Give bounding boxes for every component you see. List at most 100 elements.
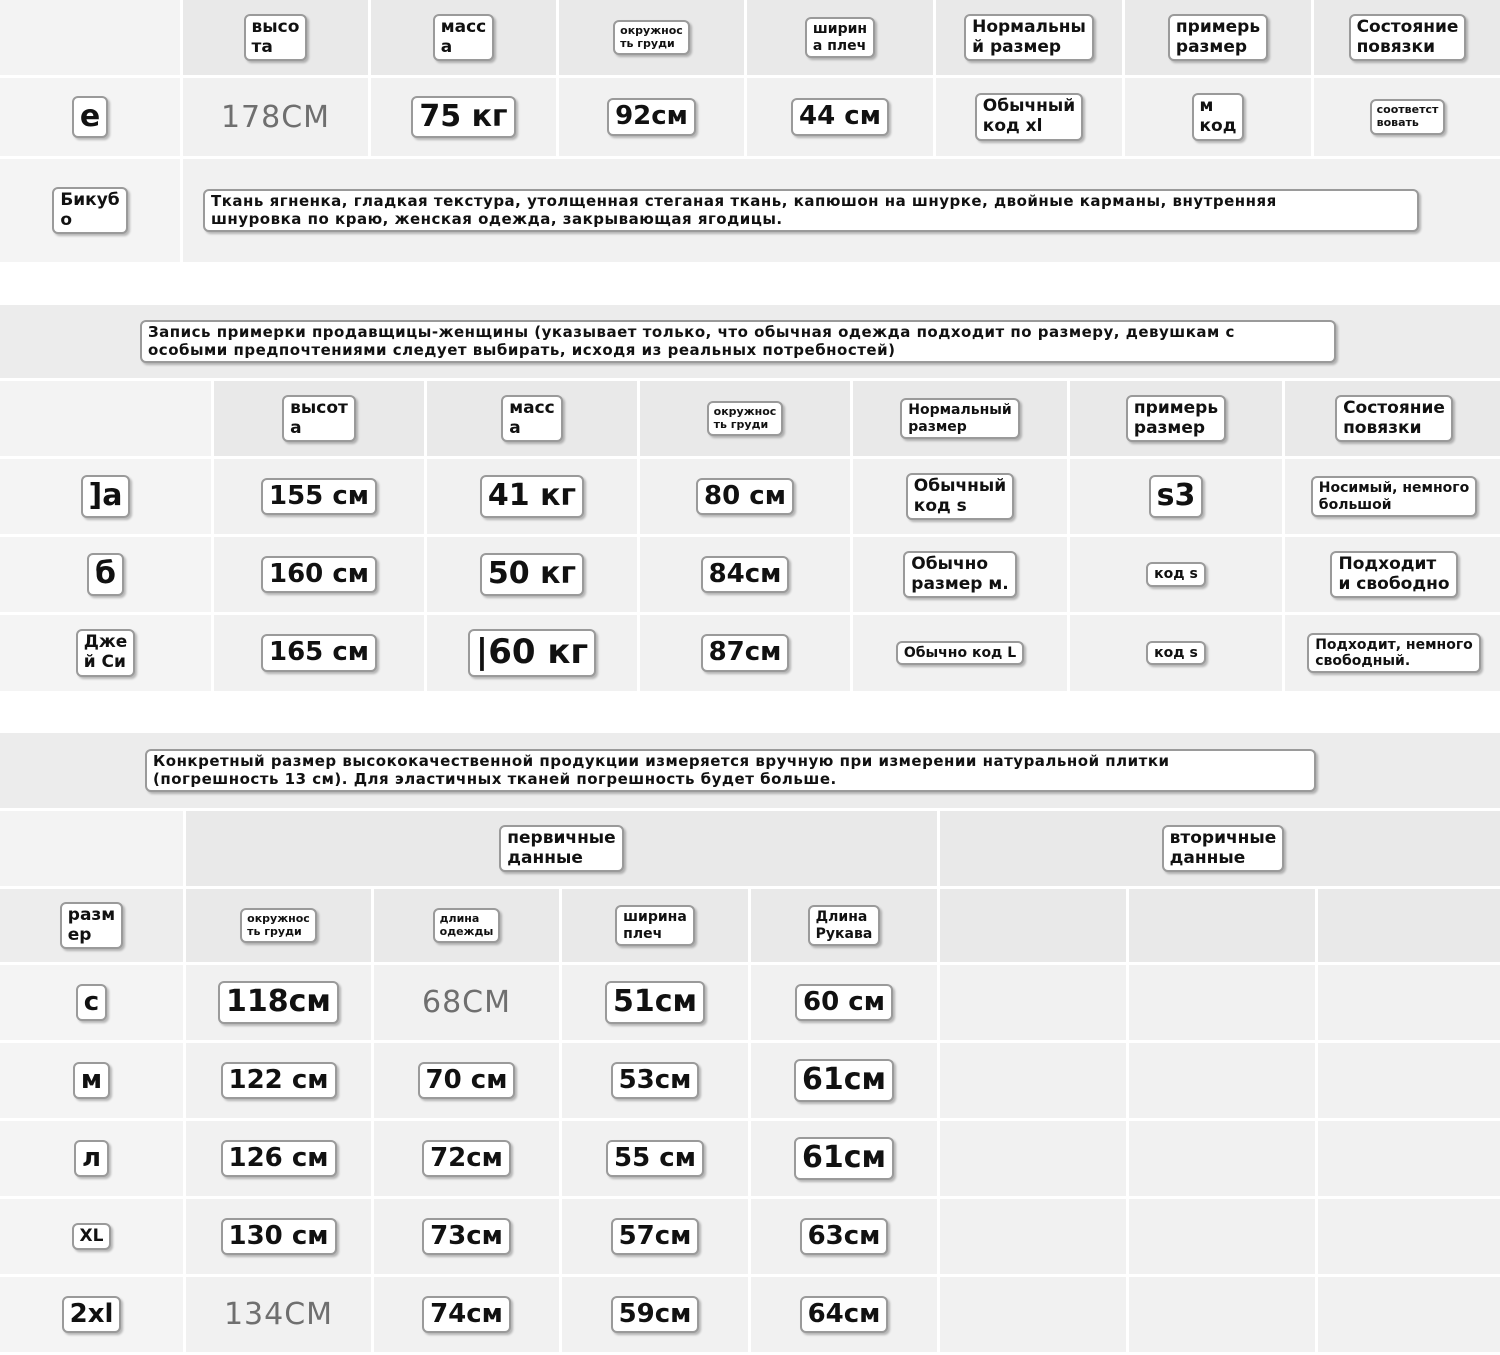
header-wearing-state: Состояние повязки bbox=[1314, 0, 1500, 75]
header-length-label: длина одежды bbox=[432, 907, 501, 944]
sleeve-cell: 61см bbox=[751, 1043, 937, 1118]
header-chest: окружнос ть груди bbox=[186, 889, 371, 962]
corner-cell bbox=[0, 381, 211, 456]
length-cell: 74см bbox=[374, 1277, 559, 1352]
normal-size-cell: Обычный код xl bbox=[936, 78, 1122, 156]
wearing-state-cell: Подходит, немного свободный. bbox=[1285, 615, 1500, 691]
empty-cell bbox=[1318, 1121, 1500, 1196]
measurement-note: Конкретный размер высококачественной про… bbox=[145, 749, 1316, 792]
shoulder-value: 51см bbox=[604, 981, 706, 1024]
height-cell: 165 см bbox=[214, 615, 424, 691]
header-height-label: высот а bbox=[282, 394, 356, 443]
length-cell: 73см bbox=[374, 1199, 559, 1274]
fitting-size-value: м код bbox=[1191, 93, 1245, 141]
height-cell: 160 см bbox=[214, 537, 424, 612]
chest-value: 122 см bbox=[220, 1061, 337, 1100]
size-cell: л bbox=[0, 1121, 183, 1196]
shoulder-cell: 51см bbox=[562, 965, 748, 1040]
empty-cell bbox=[1318, 1199, 1500, 1274]
chest-cell: 84см bbox=[640, 537, 850, 612]
size-label: XL bbox=[71, 1222, 112, 1251]
normal-size-cell: Обычно размер м. bbox=[853, 537, 1067, 612]
secondary-data-label: вторичные данные bbox=[1161, 824, 1285, 873]
empty-cell bbox=[1129, 1199, 1315, 1274]
sleeve-value: 64см bbox=[799, 1295, 889, 1334]
length-cell: 70 см bbox=[374, 1043, 559, 1118]
sleeve-value: 63см bbox=[799, 1217, 889, 1256]
length-cell: 72см bbox=[374, 1121, 559, 1196]
row-label-cell: е bbox=[0, 78, 180, 156]
normal-size-value: Обычно размер м. bbox=[903, 550, 1017, 599]
shoulder-value: 57см bbox=[610, 1217, 700, 1256]
row-label: Дже й Си bbox=[75, 629, 136, 677]
header-fitting-size-label: примерь размер bbox=[1167, 13, 1269, 62]
corner-cell bbox=[0, 0, 180, 75]
empty-cell bbox=[1129, 1277, 1315, 1352]
weight-cell: |60 кг bbox=[427, 615, 637, 691]
chest-cell: 118см bbox=[186, 965, 371, 1040]
normal-size-value: Обычный код xl bbox=[974, 93, 1084, 141]
empty-cell bbox=[1318, 1277, 1500, 1352]
header-shoulder: ширина плеч bbox=[562, 889, 748, 962]
height-value: 155 см bbox=[261, 477, 377, 516]
product-description: Ткань ягненка, гладкая текстура, утолщен… bbox=[203, 189, 1419, 232]
header-wearing-state-label: Состояние повязки bbox=[1335, 394, 1453, 443]
header-sleeve-label: Длина Рукава bbox=[807, 905, 881, 946]
fitting-size-cell: м код bbox=[1125, 78, 1311, 156]
weight-cell: 50 кг bbox=[427, 537, 637, 612]
header-chest: окружнос ть груди bbox=[559, 0, 744, 75]
empty-cell bbox=[1318, 965, 1500, 1040]
chest-value: 92см bbox=[607, 98, 696, 136]
size-cell: м bbox=[0, 1043, 183, 1118]
chest-cell: 126 см bbox=[186, 1121, 371, 1196]
chest-cell: 130 см bbox=[186, 1199, 371, 1274]
wearing-state-cell: Носимый, немного большой bbox=[1285, 459, 1500, 534]
fitting-size-cell: s3 bbox=[1070, 459, 1282, 534]
header-height: высо та bbox=[183, 0, 368, 75]
normal-size-cell: Обычный код s bbox=[853, 459, 1067, 534]
chest-value: 118см bbox=[218, 981, 339, 1024]
normal-size-cell: Обычно код L bbox=[853, 615, 1067, 691]
shoulder-value: 55 см bbox=[606, 1139, 704, 1178]
header-fitting-size-label: примерь размер bbox=[1125, 394, 1227, 443]
header-height-label: высо та bbox=[243, 13, 308, 62]
sleeve-value: 61см bbox=[793, 1059, 895, 1102]
row-label-cell: б bbox=[0, 537, 211, 612]
size-label: с bbox=[75, 983, 108, 1022]
shoulder-value: 59см bbox=[610, 1295, 700, 1334]
length-cell: 68CM bbox=[374, 965, 559, 1040]
length-value: 70 см bbox=[417, 1061, 516, 1100]
header-fitting-size: примерь размер bbox=[1070, 381, 1282, 456]
section-model-measurements: высо та масс а окружнос ть груди ширин а… bbox=[0, 0, 1500, 262]
desc-cell: Ткань ягненка, гладкая текстура, утолщен… bbox=[183, 159, 1500, 262]
weight-value: 75 кг bbox=[411, 95, 516, 139]
seller-fitting-title: Запись примерки продавщицы-женщины (указ… bbox=[140, 320, 1336, 363]
size-cell: 2xl bbox=[0, 1277, 183, 1352]
chest-cell: 122 см bbox=[186, 1043, 371, 1118]
chest-cell: 134CM bbox=[186, 1277, 371, 1352]
empty-cell bbox=[940, 1121, 1126, 1196]
header-normal-size-label: Нормальный размер bbox=[900, 398, 1020, 439]
height-value: 160 см bbox=[261, 555, 377, 594]
shoulder-value: 53см bbox=[610, 1061, 700, 1100]
normal-size-value: Обычный код s bbox=[905, 472, 1015, 521]
size-label: л bbox=[73, 1139, 110, 1178]
header-wearing-state: Состояние повязки bbox=[1285, 381, 1500, 456]
secondary-data-header: вторичные данные bbox=[940, 811, 1500, 886]
header-empty bbox=[1129, 889, 1315, 962]
row-label: ]а bbox=[80, 475, 131, 518]
empty-cell bbox=[940, 965, 1126, 1040]
header-chest: окружнос ть груди bbox=[640, 381, 850, 456]
primary-data-header: первичные данные bbox=[186, 811, 937, 886]
height-cell: 178CM bbox=[183, 78, 368, 156]
normal-size-value: Обычно код L bbox=[895, 640, 1025, 666]
header-normal-size: Нормальны й размер bbox=[936, 0, 1122, 75]
weight-cell: 41 кг bbox=[427, 459, 637, 534]
fitting-size-cell: код s bbox=[1070, 537, 1282, 612]
fitting-size-cell: код s bbox=[1070, 615, 1282, 691]
header-wearing-state-label: Состояние повязки bbox=[1348, 13, 1467, 62]
measurement-note-band: Конкретный размер высококачественной про… bbox=[0, 733, 1500, 808]
header-sleeve: Длина Рукава bbox=[751, 889, 937, 962]
size-label: м bbox=[72, 1061, 111, 1100]
weight-value: 41 кг bbox=[479, 475, 585, 518]
